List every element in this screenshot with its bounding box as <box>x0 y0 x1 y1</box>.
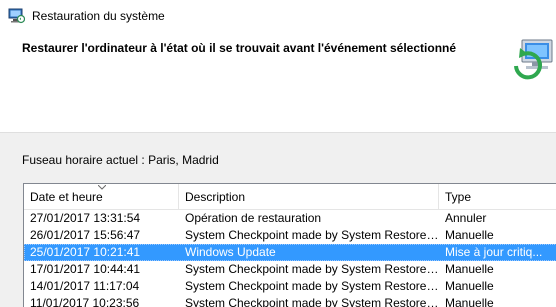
row-type: Manuelle <box>445 262 494 276</box>
row-description: System Checkpoint made by System Restore… <box>185 279 439 293</box>
table-row-selected[interactable]: 25/01/2017 10:21:41 Windows Update Mise … <box>24 244 556 261</box>
row-description: System Checkpoint made by System Restore… <box>185 262 439 276</box>
window-title: Restauration du système <box>32 9 165 23</box>
sort-descending-icon <box>98 185 106 190</box>
column-header-date[interactable]: Date et heure <box>24 184 179 209</box>
system-restore-icon <box>8 8 25 24</box>
title-bar[interactable]: Restauration du système <box>0 0 556 31</box>
column-header-description[interactable]: Description <box>179 184 439 209</box>
row-date: 27/01/2017 13:31:54 <box>30 211 141 225</box>
row-date: 17/01/2017 10:44:41 <box>30 262 141 276</box>
system-restore-computer-icon <box>514 39 553 80</box>
timezone-label: Fuseau horaire actuel : Paris, Madrid <box>22 153 219 167</box>
column-header-description-label: Description <box>185 190 246 204</box>
list-header: Date et heure Description Type <box>24 184 556 210</box>
column-header-date-label: Date et heure <box>30 190 103 204</box>
row-description: System Checkpoint made by System Restore… <box>185 296 439 307</box>
row-type: Manuelle <box>445 296 494 307</box>
row-date: 25/01/2017 10:21:41 <box>30 245 141 259</box>
row-type: Manuelle <box>445 228 494 242</box>
column-header-type[interactable]: Type <box>439 184 556 209</box>
row-date: 14/01/2017 11:17:04 <box>30 279 140 293</box>
table-row[interactable]: 14/01/2017 11:17:04 System Checkpoint ma… <box>24 278 556 295</box>
row-description: Windows Update <box>185 245 276 259</box>
row-date: 11/01/2017 10:23:56 <box>30 296 140 307</box>
row-date: 26/01/2017 15:56:47 <box>30 228 141 242</box>
restore-points-list[interactable]: Date et heure Description Type 27/01/201… <box>23 183 556 307</box>
row-type: Manuelle <box>445 279 494 293</box>
table-row[interactable]: 11/01/2017 10:23:56 System Checkpoint ma… <box>24 295 556 307</box>
row-description: System Checkpoint made by System Restore… <box>185 228 439 242</box>
row-type: Mise à jour critiq... <box>445 245 543 259</box>
table-row[interactable]: 26/01/2017 15:56:47 System Checkpoint ma… <box>24 227 556 244</box>
row-description: Opération de restauration <box>185 211 322 225</box>
row-type: Annuler <box>445 211 487 225</box>
table-row[interactable]: 17/01/2017 10:44:41 System Checkpoint ma… <box>24 261 556 278</box>
table-row[interactable]: 27/01/2017 13:31:54 Opération de restaur… <box>24 210 556 227</box>
column-header-type-label: Type <box>445 190 472 204</box>
page-title: Restaurer l'ordinateur à l'état où il se… <box>22 41 457 55</box>
